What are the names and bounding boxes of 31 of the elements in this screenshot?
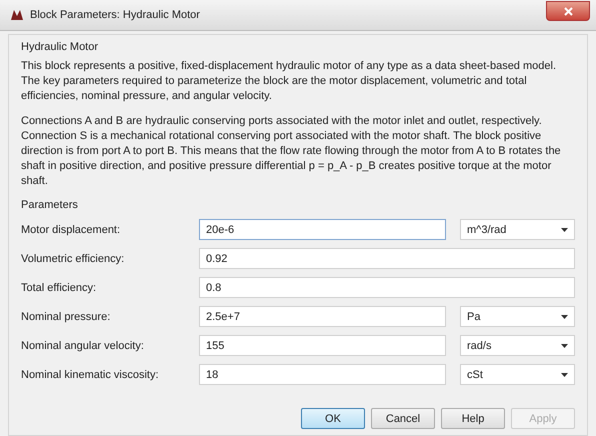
dialog-button[interactable]: Cancel xyxy=(371,408,435,429)
parameter-field[interactable]: 0.8 xyxy=(199,277,575,298)
parameter-field[interactable]: 2.5e+7 xyxy=(199,306,446,327)
unit-dropdown[interactable]: m^3/rad xyxy=(460,219,575,240)
parameter-label: Nominal kinematic viscosity: xyxy=(21,368,160,380)
app-icon xyxy=(10,9,24,21)
parameter-label: Total efficiency: xyxy=(21,282,98,294)
window-title: Block Parameters: Hydraulic Motor xyxy=(30,9,201,21)
parameter-field[interactable]: 20e-6 xyxy=(199,219,446,240)
parameter-label: Nominal angular velocity: xyxy=(21,340,145,352)
parameter-label: Nominal pressure: xyxy=(21,310,112,322)
dialog-button[interactable]: OK xyxy=(301,408,365,429)
caret-icon xyxy=(561,344,568,348)
unit-dropdown[interactable]: Pa xyxy=(460,306,575,327)
unit-dropdown[interactable]: cSt xyxy=(460,364,575,385)
parameter-field[interactable]: 18 xyxy=(199,364,446,385)
caret-icon xyxy=(561,314,568,318)
description-text: Connections A and B are hydraulic conserving ports associated with the motor inlet and outlet, respectively. Connection S is a mechanical rotational conserving port associated with the motor shaft. The block positive direction is from port A to port B. This means that the flow rate flowing through the motor from A to B rotates the shaft in positive direction, and positive pressure differential p = p_A - p_B creates positive torque at the motor shaft. xyxy=(21,114,562,189)
caret-icon xyxy=(561,228,568,232)
parameter-label: Motor displacement: xyxy=(21,224,122,236)
close-icon xyxy=(564,6,572,16)
caret-icon xyxy=(561,372,568,376)
unit-dropdown[interactable]: rad/s xyxy=(460,335,575,356)
dialog-button[interactable]: Help xyxy=(441,408,505,429)
block-name: Hydraulic Motor xyxy=(21,41,100,53)
parameter-field[interactable]: 155 xyxy=(199,335,446,356)
section-title: Parameters xyxy=(21,199,79,211)
parameter-field[interactable]: 0.92 xyxy=(199,248,575,269)
close-button[interactable] xyxy=(546,1,590,21)
parameter-label: Volumetric efficiency: xyxy=(21,252,126,264)
description-text: This block represents a positive, fixed-displacement hydraulic motor of any type as a data sheet-based model. The key parameters required to parameterize the block are the motor displacement, volumetric and total efficiencies, nominal pressure, and angular velocity. xyxy=(21,59,557,104)
